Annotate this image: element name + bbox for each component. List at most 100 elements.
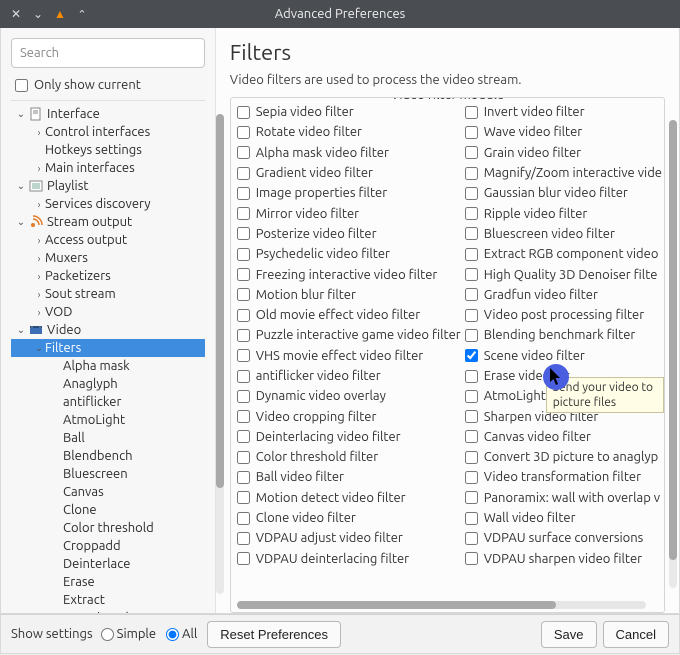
filter-checkbox[interactable] (465, 532, 478, 545)
twisty-icon[interactable]: › (33, 163, 45, 174)
filter-checkbox[interactable] (465, 370, 478, 383)
filter-checkbox[interactable] (237, 451, 250, 464)
filter-checkbox[interactable] (237, 532, 250, 545)
twisty-icon[interactable]: ⌄ (15, 216, 27, 228)
filter-checkbox[interactable] (237, 309, 250, 322)
all-radio[interactable]: All (166, 627, 197, 641)
tree-item-anaglyph[interactable]: Anaglyph (11, 375, 205, 393)
filter-old-movie-effect-video-filter[interactable]: Old movie effect video filter (233, 305, 461, 325)
filter-invert-video-filter[interactable]: Invert video filter (461, 102, 662, 122)
settings-tree[interactable]: ⌄Interface›Control interfacesHotkeys set… (11, 100, 205, 613)
filter-wave-video-filter[interactable]: Wave video filter (461, 122, 662, 142)
filter-motion-blur-filter[interactable]: Motion blur filter (233, 285, 461, 305)
tree-item-canvas[interactable]: Canvas (11, 483, 205, 501)
filter-checkbox[interactable] (237, 390, 250, 403)
tree-item-playlist[interactable]: ⌄Playlist (11, 177, 205, 195)
filter-checkbox[interactable] (465, 410, 478, 423)
tree-item-stream-output[interactable]: ⌄Stream output (11, 213, 205, 231)
filter-convert-3d-picture-to-anaglyp[interactable]: Convert 3D picture to anaglyp (461, 447, 662, 467)
tree-item-hotkeys-settings[interactable]: Hotkeys settings (11, 141, 205, 159)
filter-video-cropping-filter[interactable]: Video cropping filter (233, 406, 461, 426)
simple-radio[interactable]: Simple (101, 627, 156, 641)
twisty-icon[interactable]: › (33, 289, 45, 300)
filter-image-properties-filter[interactable]: Image properties filter (233, 183, 461, 203)
filter-vdpau-surface-conversions[interactable]: VDPAU surface conversions (461, 528, 662, 548)
tree-item-gaussian-blur[interactable]: Gaussian Blur (11, 609, 205, 613)
filter-checkbox[interactable] (465, 349, 478, 362)
filter-checkbox[interactable] (237, 288, 250, 301)
filter-checkbox[interactable] (237, 410, 250, 423)
filter-ripple-video-filter[interactable]: Ripple video filter (461, 203, 662, 223)
filter-psychedelic-video-filter[interactable]: Psychedelic video filter (233, 244, 461, 264)
filter-scene-video-filter[interactable]: Scene video filter (461, 346, 662, 366)
only-show-current-checkbox[interactable]: Only show current (15, 78, 205, 92)
search-input[interactable]: Search (11, 38, 205, 68)
filter-clone-video-filter[interactable]: Clone video filter (233, 508, 461, 528)
tree-item-clone[interactable]: Clone (11, 501, 205, 519)
twisty-icon[interactable]: ⌄ (15, 108, 27, 120)
tree-item-deinterlace[interactable]: Deinterlace (11, 555, 205, 573)
tree-item-access-output[interactable]: ›Access output (11, 231, 205, 249)
filter-checkbox[interactable] (237, 349, 250, 362)
filter-checkbox[interactable] (237, 146, 250, 159)
filter-vdpau-adjust-video-filter[interactable]: VDPAU adjust video filter (233, 528, 461, 548)
tree-item-antiflicker[interactable]: antiflicker (11, 393, 205, 411)
filter-vdpau-sharpen-video-filter[interactable]: VDPAU sharpen video filter (461, 549, 662, 569)
filter-checkbox[interactable] (465, 167, 478, 180)
filter-checkbox[interactable] (465, 227, 478, 240)
tree-item-blendbench[interactable]: Blendbench (11, 447, 205, 465)
filter-checkbox[interactable] (465, 187, 478, 200)
filter-canvas-video-filter[interactable]: Canvas video filter (461, 427, 662, 447)
filter-checkbox[interactable] (465, 207, 478, 220)
twisty-icon[interactable]: › (33, 253, 45, 264)
reset-preferences-button[interactable]: Reset Preferences (207, 621, 341, 648)
tree-item-vod[interactable]: ›VOD (11, 303, 205, 321)
filter-checkbox[interactable] (237, 248, 250, 261)
tree-item-alpha-mask[interactable]: Alpha mask (11, 357, 205, 375)
filter-checkbox[interactable] (465, 512, 478, 525)
filter-color-threshold-filter[interactable]: Color threshold filter (233, 447, 461, 467)
filter-antiflicker-video-filter[interactable]: antiflicker video filter (233, 366, 461, 386)
twisty-icon[interactable]: ⌄ (33, 342, 45, 354)
tree-item-atmolight[interactable]: AtmoLight (11, 411, 205, 429)
filter-checkbox[interactable] (465, 329, 478, 342)
only-show-current-box[interactable] (15, 79, 28, 92)
tree-item-extract[interactable]: Extract (11, 591, 205, 609)
cancel-button[interactable]: Cancel (603, 621, 669, 648)
filter-mirror-video-filter[interactable]: Mirror video filter (233, 203, 461, 223)
filter-checkbox[interactable] (465, 552, 478, 565)
filter-checkbox[interactable] (465, 288, 478, 301)
filter-checkbox[interactable] (237, 227, 250, 240)
filter-checkbox[interactable] (237, 512, 250, 525)
filter-checkbox[interactable] (465, 106, 478, 119)
tree-item-video[interactable]: ⌄Video (11, 321, 205, 339)
tree-item-filters[interactable]: ⌄Filters (11, 339, 205, 357)
horizontal-scrollbar[interactable] (237, 601, 646, 609)
filter-deinterlacing-video-filter[interactable]: Deinterlacing video filter (233, 427, 461, 447)
filter-rotate-video-filter[interactable]: Rotate video filter (233, 122, 461, 142)
filter-blending-benchmark-filter[interactable]: Blending benchmark filter (461, 325, 662, 345)
filter-checkbox[interactable] (465, 248, 478, 261)
filter-extract-rgb-component-video[interactable]: Extract RGB component video (461, 244, 662, 264)
filter-checkbox[interactable] (237, 167, 250, 180)
filter-wall-video-filter[interactable]: Wall video filter (461, 508, 662, 528)
filter-freezing-interactive-video-filter[interactable]: Freezing interactive video filter (233, 264, 461, 284)
filter-checkbox[interactable] (237, 207, 250, 220)
filter-checkbox[interactable] (237, 106, 250, 119)
save-button[interactable]: Save (541, 621, 597, 648)
tree-item-sout-stream[interactable]: ›Sout stream (11, 285, 205, 303)
twisty-icon[interactable]: › (33, 127, 45, 138)
filter-checkbox[interactable] (237, 370, 250, 383)
tree-item-packetizers[interactable]: ›Packetizers (11, 267, 205, 285)
filter-panoramix-wall-with-overlap-v[interactable]: Panoramix: wall with overlap v (461, 488, 662, 508)
tree-item-bluescreen[interactable]: Bluescreen (11, 465, 205, 483)
tree-item-control-interfaces[interactable]: ›Control interfaces (11, 123, 205, 141)
vertical-scrollbar[interactable] (669, 120, 677, 588)
filter-checkbox[interactable] (465, 430, 478, 443)
filter-checkbox[interactable] (465, 451, 478, 464)
filter-magnify-zoom-interactive-vide[interactable]: Magnify/Zoom interactive vide (461, 163, 662, 183)
tree-item-color-threshold[interactable]: Color threshold (11, 519, 205, 537)
filter-video-transformation-filter[interactable]: Video transformation filter (461, 467, 662, 487)
tree-item-muxers[interactable]: ›Muxers (11, 249, 205, 267)
filter-posterize-video-filter[interactable]: Posterize video filter (233, 224, 461, 244)
